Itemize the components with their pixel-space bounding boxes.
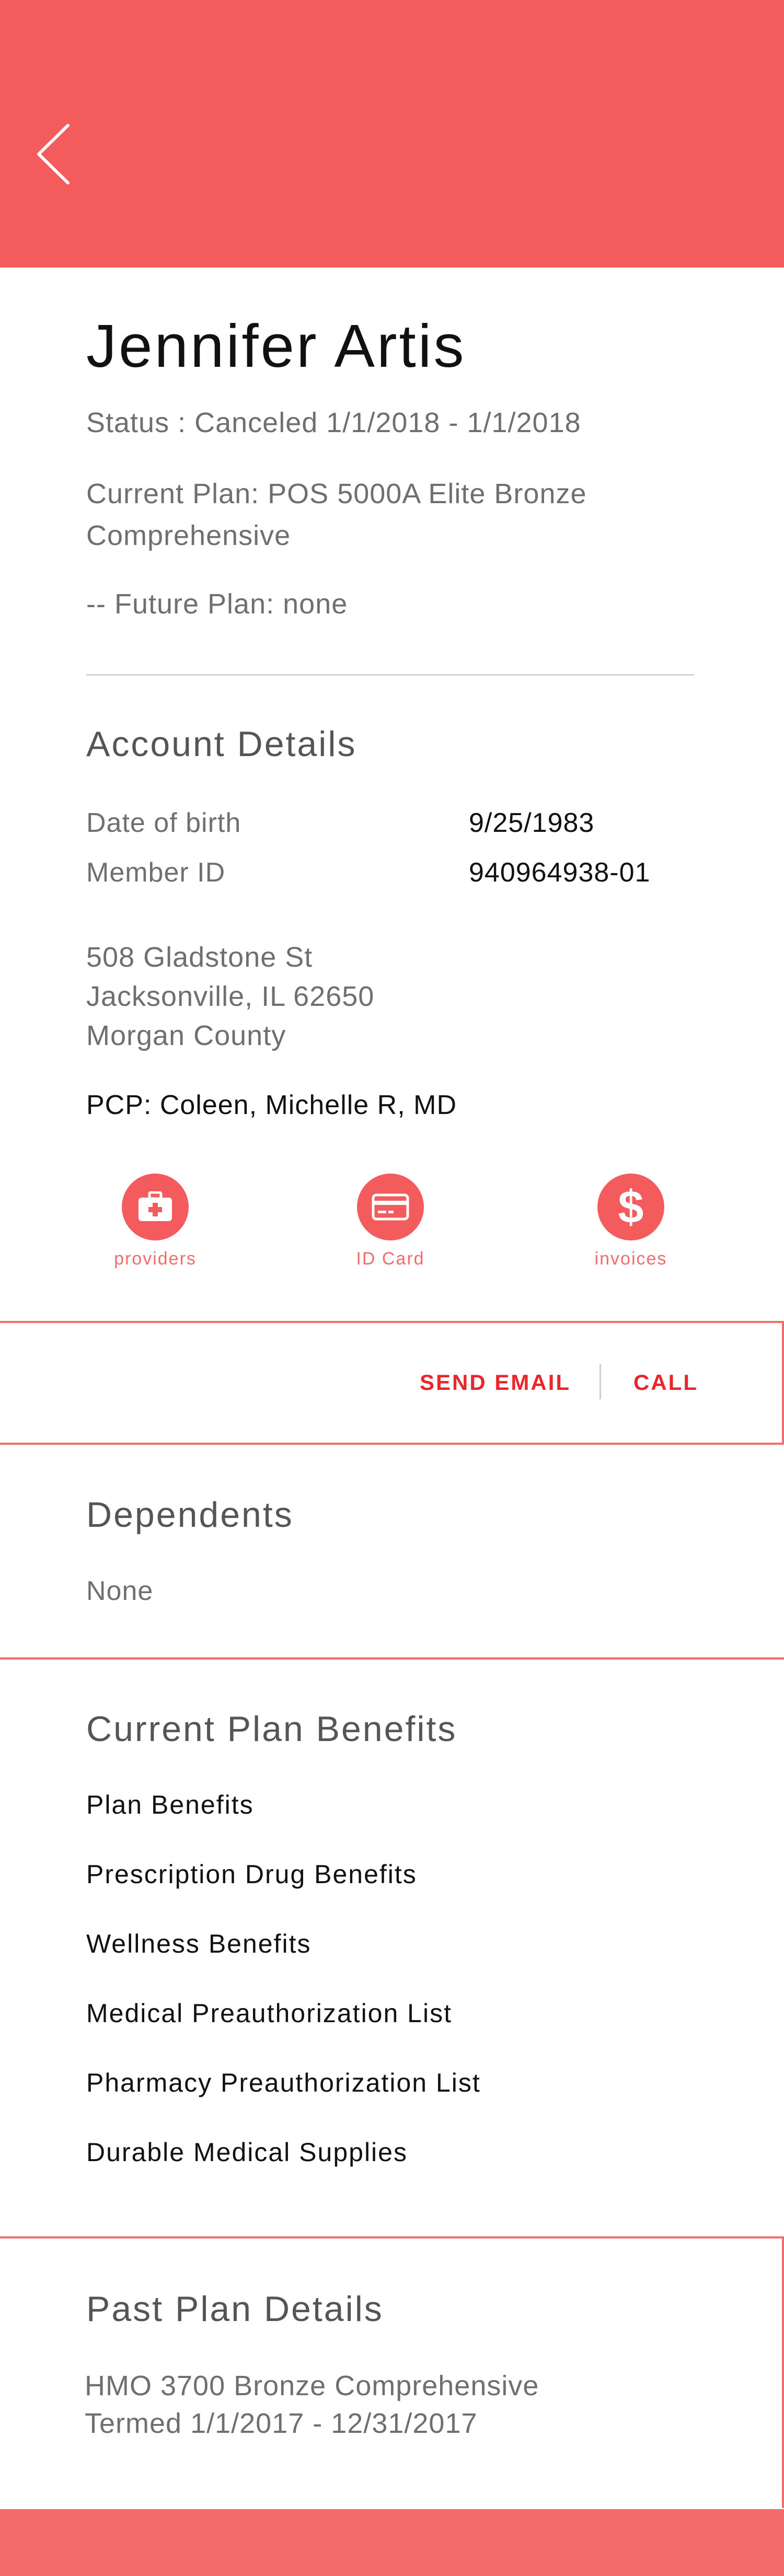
address-line3: Morgan County [86,1020,286,1051]
member-name: Jennifer Artis [86,312,466,380]
call-button[interactable]: CALL [633,1370,698,1395]
member-status: Status : Canceled 1/1/2018 - 1/1/2018 [86,407,581,438]
providers-label: providers [114,1249,197,1269]
member-id-value: 940964938-01 [469,857,651,888]
dob-label: Date of birth [86,808,241,838]
past-plan-name: HMO 3700 Bronze Comprehensive [85,2370,539,2401]
header-bar [0,0,784,268]
current-plan: Current Plan: POS 5000A Elite Bronze Com… [86,478,587,551]
benefit-link-prescription[interactable]: Prescription Drug Benefits [86,1859,417,1889]
account-details-title: Account Details [86,724,357,764]
send-email-button[interactable]: SEND EMAIL [420,1370,571,1395]
chevron-left-icon [37,124,70,184]
back-button[interactable] [31,120,84,188]
invoices-label: invoices [594,1249,667,1269]
benefit-link-wellness[interactable]: Wellness Benefits [86,1929,311,1959]
providers-button[interactable]: providers [87,1174,223,1269]
past-plan-term: Termed 1/1/2017 - 12/31/2017 [85,2408,478,2439]
benefit-link-medical-preauth[interactable]: Medical Preauthorization List [86,1998,452,2028]
id-card-label: ID Card [356,1249,425,1269]
medical-kit-icon [122,1174,189,1240]
dependents-title: Dependents [86,1495,294,1535]
benefit-link-pharmacy-preauth[interactable]: Pharmacy Preauthorization List [86,2068,481,2098]
benefits-title: Current Plan Benefits [86,1709,457,1749]
dependents-value: None [86,1576,154,1606]
section-divider [0,1657,784,1660]
past-plan-title: Past Plan Details [86,2289,384,2329]
past-plan-details: HMO 3700 Bronze Comprehensive Termed 1/1… [85,2367,539,2442]
member-address: 508 Gladstone St Jacksonville, IL 62650 … [86,938,374,1055]
invoices-button[interactable]: $ invoices [563,1174,699,1269]
dollar-icon: $ [597,1174,664,1240]
id-card-button[interactable]: ID Card [322,1174,458,1269]
contact-separator [599,1364,601,1399]
dob-value: 9/25/1983 [469,808,595,838]
address-line2: Jacksonville, IL 62650 [86,981,375,1012]
address-line1: 508 Gladstone St [86,942,313,973]
divider [86,674,694,676]
card-icon [357,1174,424,1240]
future-plan: -- Future Plan: none [86,588,348,620]
pcp-info: PCP: Coleen, Michelle R, MD [86,1090,457,1120]
benefit-link-plan[interactable]: Plan Benefits [86,1790,254,1820]
benefit-link-medical-supplies[interactable]: Durable Medical Supplies [86,2137,408,2167]
footer-bar [0,2509,784,2576]
member-id-label: Member ID [86,857,226,888]
